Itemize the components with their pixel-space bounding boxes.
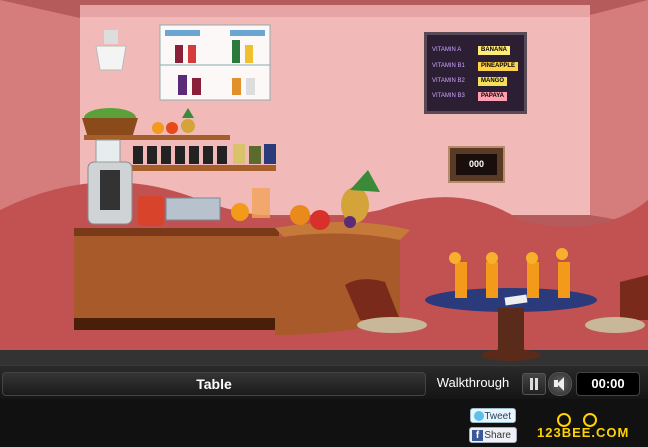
vitamin-value: PINEAPPLE [478,62,519,71]
game-hud: Table Walkthrough 00:00 Tweet f Share 12… [0,365,648,447]
game-stage: VITAMIN A BANANA VITAMIN B1 PINEAPPLE VI… [0,0,648,447]
vitamin-value: BANANA [478,46,510,55]
tweet-button[interactable]: Tweet [470,408,516,423]
vitamin-label: VITAMIN B1 [432,63,465,69]
juice-pitcher[interactable] [138,196,164,226]
pause-icon[interactable] [522,373,546,395]
vitamin-value: MANGO [478,77,507,86]
hud-bar: Table Walkthrough 00:00 [0,365,648,399]
walkthrough-button[interactable]: Walkthrough [434,372,512,394]
logo-text: 123BEE.COM [537,425,630,440]
vitamin-label: VITAMIN B3 [432,93,465,99]
cash-register[interactable] [165,197,221,221]
bee-icon [557,413,571,427]
bee-icon [583,413,597,427]
game-timer: 00:00 [576,372,640,396]
vitamin-value: PAPAYA [478,92,508,101]
facebook-share-button[interactable]: f Share [469,427,517,443]
site-logo[interactable]: 123BEE.COM [537,413,637,443]
spice-jars[interactable] [133,144,276,164]
sound-icon[interactable] [548,372,572,396]
facebook-icon: f [472,430,483,441]
vitamin-label: VITAMIN A [432,47,462,53]
room-scene [0,0,648,365]
share-label: Share [484,430,511,441]
vitamin-label: VITAMIN B2 [432,78,465,84]
code-lock-box[interactable]: 000 [448,146,505,183]
tweet-label: Tweet [484,411,511,422]
twitter-icon [474,411,484,421]
current-item-label: Table [2,372,426,396]
display-cabinet[interactable] [159,24,271,101]
code-display: 000 [456,154,497,175]
vitamin-chart[interactable]: VITAMIN A BANANA VITAMIN B1 PINEAPPLE VI… [424,32,527,114]
